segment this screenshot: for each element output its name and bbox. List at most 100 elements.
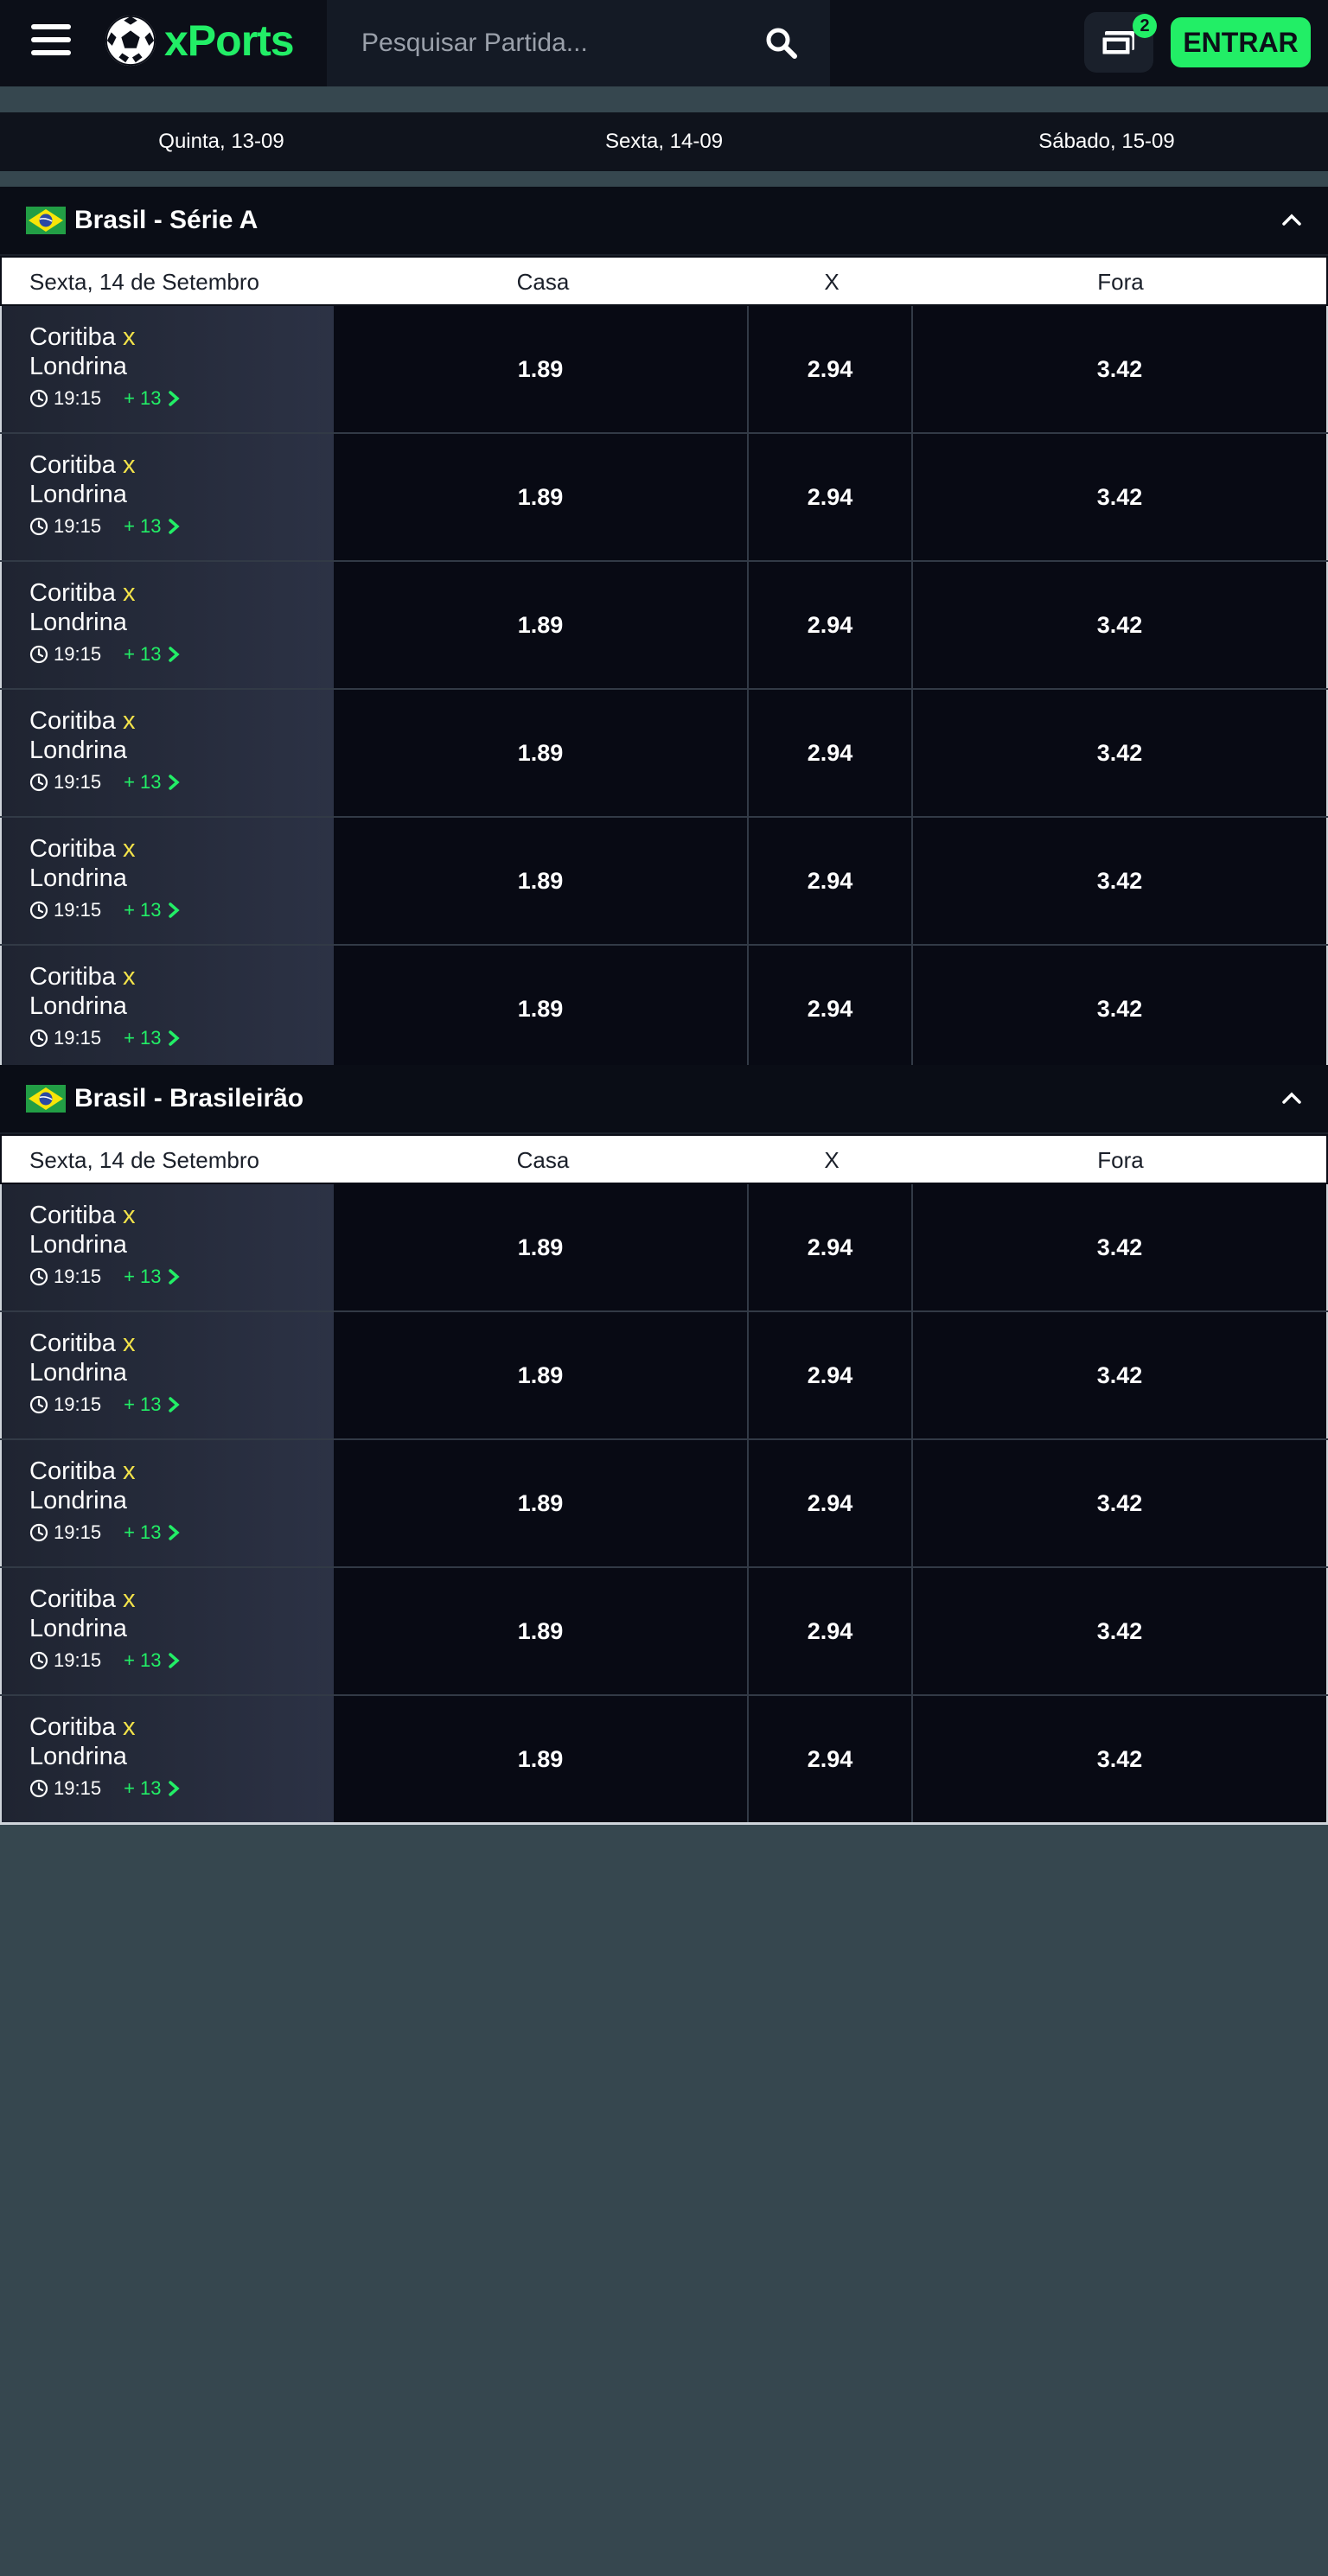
more-markets-count: + 13 — [124, 643, 162, 665]
odd-draw-button[interactable]: 2.94 — [749, 1440, 913, 1566]
match-row: Coritiba x Londrina 19:15 + 13 1.89 2.94 3.42 — [0, 306, 1328, 434]
odd-home-button[interactable]: 1.89 — [334, 818, 749, 944]
chevron-right-icon — [168, 902, 180, 918]
odd-away-button[interactable]: 3.42 — [913, 306, 1328, 432]
more-markets-link[interactable]: + 13 — [124, 1777, 180, 1800]
match-info[interactable]: Coritiba x Londrina 19:15 + 13 — [0, 562, 334, 688]
league-header[interactable]: Brasil - Brasileirão — [0, 1065, 1328, 1134]
odd-home-button[interactable]: 1.89 — [334, 1184, 749, 1310]
away-team: Londrina — [29, 1743, 127, 1770]
more-markets-link[interactable]: + 13 — [124, 515, 180, 538]
odd-home-button[interactable]: 1.89 — [334, 690, 749, 816]
match-info[interactable]: Coritiba x Londrina 19:15 + 13 — [0, 946, 334, 1072]
odd-draw-button[interactable]: 2.94 — [749, 306, 913, 432]
vs-label: x — [122, 963, 136, 991]
more-markets-link[interactable]: + 13 — [124, 1027, 180, 1049]
vs-label: x — [122, 835, 136, 863]
vs-label: x — [122, 707, 136, 735]
chevron-right-icon — [168, 647, 180, 662]
odd-away-button[interactable]: 3.42 — [913, 1440, 1328, 1566]
more-markets-count: + 13 — [124, 1266, 162, 1287]
match-row: Coritiba x Londrina 19:15 + 13 1.89 2.94 3.42 — [0, 818, 1328, 946]
odd-home-button[interactable]: 1.89 — [334, 946, 749, 1072]
odd-away-button[interactable]: 3.42 — [913, 1568, 1328, 1694]
league-title: Brasil - Brasileirão — [74, 1084, 304, 1113]
league-header[interactable]: Brasil - Série A — [0, 187, 1328, 256]
home-team: Coritiba — [29, 1202, 116, 1229]
match-info[interactable]: Coritiba x Londrina 19:15 + 13 — [0, 434, 334, 560]
odd-home-button[interactable]: 1.89 — [334, 1312, 749, 1438]
odd-draw-button[interactable]: 2.94 — [749, 946, 913, 1072]
more-markets-link[interactable]: + 13 — [124, 899, 180, 921]
chevron-up-icon[interactable] — [1280, 207, 1304, 232]
odd-home-button[interactable]: 1.89 — [334, 1440, 749, 1566]
odd-draw-button[interactable]: 2.94 — [749, 1696, 913, 1822]
match-info[interactable]: Coritiba x Londrina 19:15 + 13 — [0, 1568, 334, 1694]
more-markets-count: + 13 — [124, 899, 162, 921]
odd-draw-button[interactable]: 2.94 — [749, 1184, 913, 1310]
match-info[interactable]: Coritiba x Londrina 19:15 + 13 — [0, 1440, 334, 1566]
odd-home-button[interactable]: 1.89 — [334, 306, 749, 432]
match-info[interactable]: Coritiba x Londrina 19:15 + 13 — [0, 1696, 334, 1822]
league-title: Brasil - Série A — [74, 206, 259, 234]
odd-draw-button[interactable]: 2.94 — [749, 1568, 913, 1694]
match-time: 19:15 — [54, 1266, 102, 1287]
match-info[interactable]: Coritiba x Londrina 19:15 + 13 — [0, 1184, 334, 1310]
odd-draw-button[interactable]: 2.94 — [749, 690, 913, 816]
more-markets-link[interactable]: + 13 — [124, 1266, 180, 1288]
logo[interactable]: xPorts — [104, 14, 295, 67]
more-markets-count: + 13 — [124, 1649, 162, 1671]
match-info[interactable]: Coritiba x Londrina 19:15 + 13 — [0, 690, 334, 816]
odd-draw-button[interactable]: 2.94 — [749, 434, 913, 560]
odd-away-button[interactable]: 3.42 — [913, 946, 1328, 1072]
more-markets-count: + 13 — [124, 1027, 162, 1049]
odd-draw-button[interactable]: 2.94 — [749, 1312, 913, 1438]
match-info[interactable]: Coritiba x Londrina 19:15 + 13 — [0, 818, 334, 944]
match-info[interactable]: Coritiba x Londrina 19:15 + 13 — [0, 306, 334, 432]
odd-away-button[interactable]: 3.42 — [913, 818, 1328, 944]
search-icon[interactable] — [764, 26, 799, 61]
clock-icon — [29, 1267, 48, 1286]
chevron-up-icon[interactable] — [1280, 1086, 1304, 1110]
clock-icon — [29, 389, 48, 408]
odd-home-button[interactable]: 1.89 — [334, 1568, 749, 1694]
date-tab[interactable]: Sexta, 14-09 — [443, 112, 885, 171]
odd-home-button[interactable]: 1.89 — [334, 1696, 749, 1822]
odd-draw-button[interactable]: 2.94 — [749, 562, 913, 688]
match-time: 19:15 — [54, 1521, 102, 1543]
column-draw: X — [824, 1146, 840, 1173]
search-input[interactable] — [360, 28, 744, 59]
odd-home-button[interactable]: 1.89 — [334, 434, 749, 560]
odd-away-button[interactable]: 3.42 — [913, 434, 1328, 560]
vs-label: x — [122, 451, 136, 479]
more-markets-link[interactable]: + 13 — [124, 1393, 180, 1416]
home-team: Coritiba — [29, 963, 116, 991]
date-tab[interactable]: Sábado, 15-09 — [885, 112, 1328, 171]
match-date: Sexta, 14 de Setembro — [29, 268, 259, 295]
odd-away-button[interactable]: 3.42 — [913, 1696, 1328, 1822]
more-markets-link[interactable]: + 13 — [124, 1521, 180, 1544]
more-markets-link[interactable]: + 13 — [124, 387, 180, 410]
match-info[interactable]: Coritiba x Londrina 19:15 + 13 — [0, 1312, 334, 1438]
odd-away-button[interactable]: 3.42 — [913, 562, 1328, 688]
odd-home-button[interactable]: 1.89 — [334, 562, 749, 688]
more-markets-count: + 13 — [124, 515, 162, 537]
home-team: Coritiba — [29, 835, 116, 863]
odd-away-button[interactable]: 3.42 — [913, 690, 1328, 816]
away-team: Londrina — [29, 1231, 127, 1259]
date-tab[interactable]: Quinta, 13-09 — [0, 112, 443, 171]
match-row: Coritiba x Londrina 19:15 + 13 1.89 2.94 3.42 — [0, 1312, 1328, 1440]
vs-label: x — [122, 1585, 136, 1613]
match-row: Coritiba x Londrina 19:15 + 13 1.89 2.94 3.42 — [0, 1184, 1328, 1312]
more-markets-link[interactable]: + 13 — [124, 1649, 180, 1672]
odd-draw-button[interactable]: 2.94 — [749, 818, 913, 944]
more-markets-link[interactable]: + 13 — [124, 643, 180, 666]
menu-icon[interactable] — [31, 24, 71, 59]
login-button[interactable]: ENTRAR — [1171, 17, 1311, 67]
more-markets-link[interactable]: + 13 — [124, 771, 180, 794]
brazil-flag-icon — [26, 1085, 66, 1113]
odd-away-button[interactable]: 3.42 — [913, 1312, 1328, 1438]
odd-away-button[interactable]: 3.42 — [913, 1184, 1328, 1310]
bet-slip-button[interactable]: 2 — [1084, 12, 1157, 73]
clock-icon — [29, 1395, 48, 1414]
